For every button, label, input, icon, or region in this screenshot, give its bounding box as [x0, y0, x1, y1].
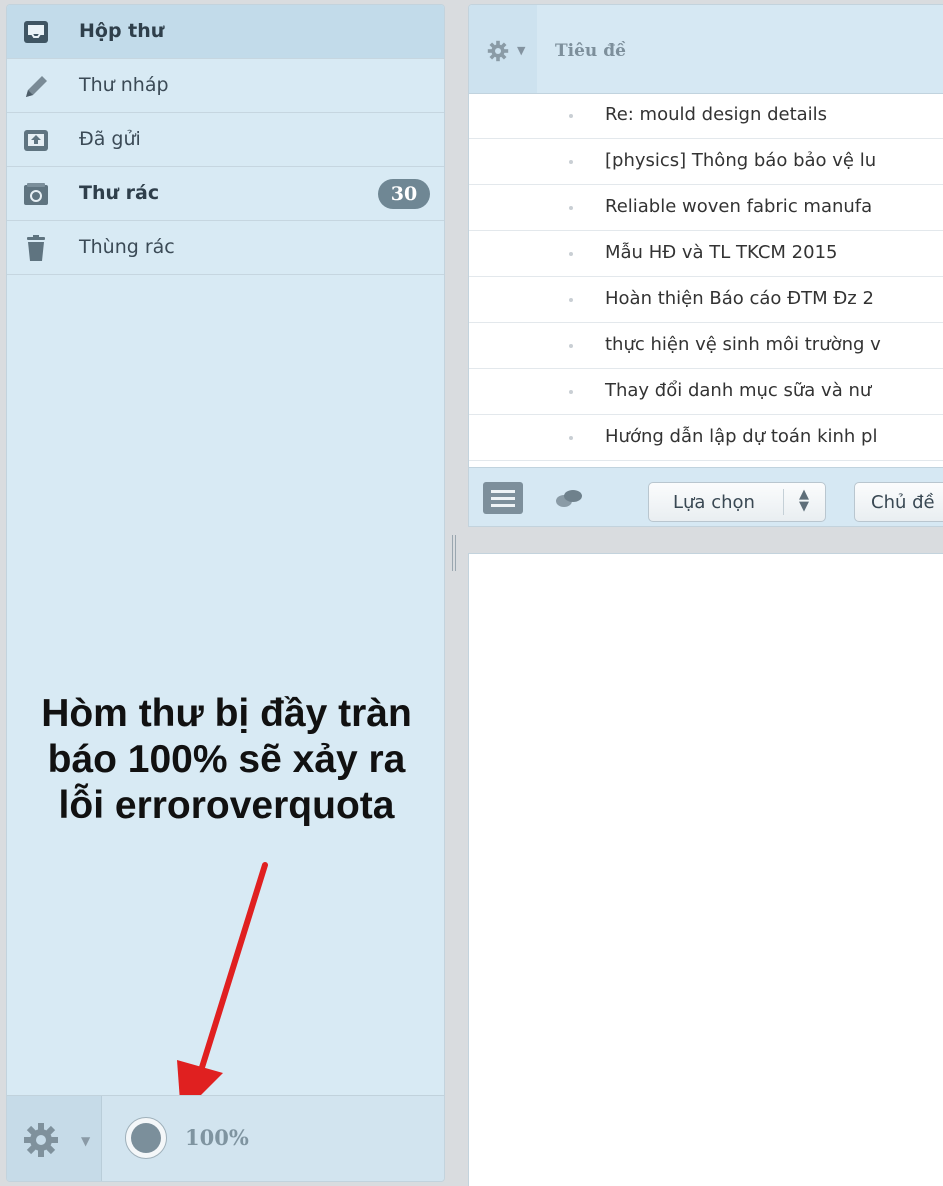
folder-label: Thư rác — [79, 182, 160, 204]
folder-sent[interactable]: Đã gửi — [7, 113, 444, 167]
updown-arrows-icon: ▲ ▼ — [799, 487, 809, 514]
selection-label: Lựa chọn — [673, 492, 755, 513]
message-list-header: ▼ Tiêu đề — [469, 5, 943, 94]
gear-icon — [487, 40, 509, 62]
message-preview-pane — [468, 553, 943, 1186]
folder-junk[interactable]: Thư rác 30 — [7, 167, 444, 221]
message-subject: Hướng dẫn lập dự toán kinh pl — [605, 426, 878, 447]
settings-menu-button[interactable]: ▼ — [7, 1096, 102, 1181]
status-dot — [569, 252, 573, 256]
annotation-line: lỗi erroroverquota — [58, 784, 395, 827]
folder-label: Đã gửi — [79, 128, 141, 150]
subject-column-header[interactable]: Tiêu đề — [555, 41, 626, 61]
message-subject: Mẫu HĐ và TL TKCM 2015 — [605, 242, 838, 263]
selection-dropdown[interactable]: Lựa chọn ▲ ▼ — [648, 482, 826, 522]
message-row[interactable]: Hướng dẫn lập dự toán kinh pl — [469, 415, 943, 461]
folder-drafts[interactable]: Thư nháp — [7, 59, 444, 113]
annotation-text: Hòm thư bị đầy tràn báo 100% sẽ xảy ra l… — [7, 691, 444, 829]
message-row[interactable]: Hoàn thiện Báo cáo ĐTM Đz 2 — [469, 277, 943, 323]
message-row[interactable]: [physics] Thông báo bảo vệ lu — [469, 139, 943, 185]
status-dot — [569, 390, 573, 394]
message-subject: Re: mould design details — [605, 104, 828, 125]
message-subject: thực hiện vệ sinh môi trường v — [605, 334, 881, 355]
folder-sidebar: Hộp thư Thư nháp Đã gửi Thư rác 30 Thùng… — [6, 4, 445, 1182]
message-row[interactable]: Mẫu HĐ và TL TKCM 2015 — [469, 231, 943, 277]
junk-icon — [24, 183, 48, 205]
annotation-line: Hòm thư bị đầy tràn — [41, 692, 412, 735]
chevron-down-icon: ▼ — [517, 44, 526, 57]
pencil-icon — [26, 76, 47, 97]
status-dot — [569, 298, 573, 302]
trash-icon — [27, 235, 45, 261]
list-options-button[interactable]: ▼ — [469, 5, 537, 93]
status-dot — [569, 344, 573, 348]
status-dot — [569, 114, 573, 118]
threads-icon[interactable] — [553, 488, 585, 510]
status-dot — [569, 160, 573, 164]
sent-icon — [24, 130, 48, 151]
quota-bar: ▼ 100% — [7, 1095, 444, 1181]
message-row[interactable]: Thay đổi danh mục sữa và nư — [469, 369, 943, 415]
folder-label: Thùng rác — [79, 236, 175, 258]
message-subject: [physics] Thông báo bảo vệ lu — [605, 150, 877, 171]
thread-label: Chủ đề — [871, 492, 935, 513]
message-subject: Hoàn thiện Báo cáo ĐTM Đz 2 — [605, 288, 874, 309]
annotation-arrow — [177, 862, 268, 1115]
quota-indicator-icon — [125, 1117, 167, 1159]
message-list-footer: Lựa chọn ▲ ▼ Chủ đề — [469, 467, 943, 526]
folder-label: Thư nháp — [79, 74, 169, 96]
status-dot — [569, 436, 573, 440]
status-dot — [569, 206, 573, 210]
message-list-panel: ▼ Tiêu đề Re: mould design details [phys… — [468, 4, 943, 527]
gear-icon — [24, 1123, 58, 1157]
chevron-down-icon: ▼ — [81, 1134, 91, 1148]
inbox-icon — [24, 21, 48, 43]
message-row[interactable]: Reliable woven fabric manufa — [469, 185, 943, 231]
folder-trash[interactable]: Thùng rác — [7, 221, 444, 275]
folder-label: Hộp thư — [79, 20, 165, 42]
message-subject: Reliable woven fabric manufa — [605, 196, 873, 217]
panel-splitter[interactable] — [452, 535, 458, 571]
message-row[interactable]: Re: mould design details — [469, 93, 943, 139]
thread-dropdown[interactable]: Chủ đề — [854, 482, 943, 522]
message-row[interactable]: thực hiện vệ sinh môi trường v — [469, 323, 943, 369]
list-view-button[interactable] — [483, 482, 523, 514]
folder-inbox[interactable]: Hộp thư — [7, 5, 444, 59]
annotation-line: báo 100% sẽ xảy ra — [47, 738, 406, 781]
message-subject: Thay đổi danh mục sữa và nư — [605, 380, 872, 401]
unread-count-badge: 30 — [378, 179, 430, 209]
quota-percentage: 100% — [185, 1125, 249, 1150]
